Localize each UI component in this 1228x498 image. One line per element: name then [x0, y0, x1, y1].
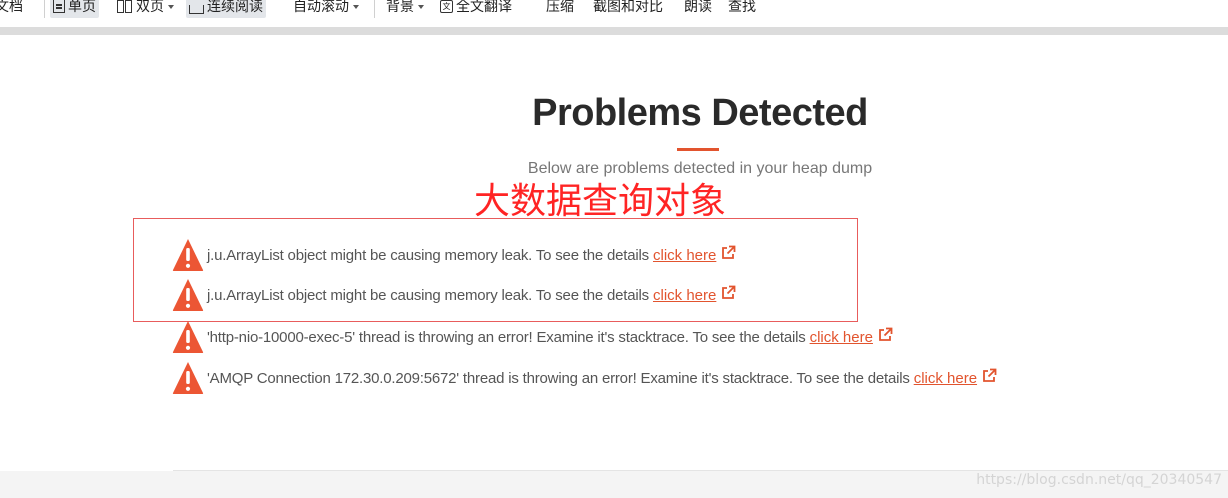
problem-text: j.u.ArrayList object might be causing me…	[207, 286, 649, 304]
toolbar-doc-label: 文档	[0, 0, 23, 14]
compress-label: 压缩	[546, 0, 574, 14]
translate-icon: 文	[440, 0, 453, 13]
warning-icon	[172, 239, 204, 271]
chevron-down-icon	[418, 5, 424, 9]
external-link-icon[interactable]	[721, 245, 736, 260]
page-title: Problems Detected	[532, 92, 868, 134]
watermark: https://blog.csdn.net/qq_20340547	[976, 472, 1222, 488]
warning-icon	[172, 321, 204, 353]
continuous-read-label: 连续阅读	[207, 0, 263, 14]
problem-text: j.u.ArrayList object might be causing me…	[207, 246, 649, 264]
problem-item: j.u.ArrayList object might be causing me…	[172, 276, 736, 314]
problem-item: 'AMQP Connection 172.30.0.209:5672' thre…	[172, 359, 997, 397]
double-page-label: 双页	[136, 0, 164, 14]
find-label: 查找	[728, 0, 756, 14]
problem-item: j.u.ArrayList object might be causing me…	[172, 236, 736, 274]
toolbar-doc-button[interactable]: 文档	[0, 0, 26, 18]
continuous-read-icon	[189, 4, 204, 14]
single-page-icon	[53, 0, 65, 13]
toolbar-divider	[374, 0, 375, 18]
screenshot-compare-label: 截图和对比	[593, 0, 663, 14]
read-aloud-label: 朗读	[684, 0, 712, 14]
find-button[interactable]: 查找	[725, 0, 759, 18]
background-button[interactable]: 背景	[383, 0, 427, 18]
chevron-down-icon	[353, 5, 359, 9]
problem-text: 'http-nio-10000-exec-5' thread is throwi…	[207, 328, 806, 346]
single-page-label: 单页	[68, 0, 96, 14]
toolbar-bottom-border	[0, 27, 1228, 35]
auto-scroll-button[interactable]: 自动滚动	[290, 0, 362, 18]
continuous-read-button[interactable]: 连续阅读	[186, 0, 266, 18]
background-label: 背景	[386, 0, 414, 14]
auto-scroll-label: 自动滚动	[293, 0, 349, 14]
full-translate-label: 全文翻译	[456, 0, 512, 14]
warning-icon	[172, 279, 204, 311]
screenshot-compare-button[interactable]: 截图和对比	[590, 0, 666, 18]
details-link[interactable]: click here	[653, 287, 716, 304]
problem-item: 'http-nio-10000-exec-5' thread is throwi…	[172, 318, 893, 356]
double-page-icon	[117, 0, 133, 13]
compress-button[interactable]: 压缩	[543, 0, 577, 18]
title-underline	[677, 148, 719, 151]
chevron-down-icon	[168, 5, 174, 9]
external-link-icon[interactable]	[878, 327, 893, 342]
toolbar-divider	[44, 0, 45, 18]
reader-toolbar: 文档 单页 双页 连续阅读 自动滚动 背景 文 全文翻译 压缩 截图和对比 朗读…	[0, 0, 1228, 27]
details-link[interactable]: click here	[914, 370, 977, 387]
full-translate-button[interactable]: 文 全文翻译	[437, 0, 515, 18]
external-link-icon[interactable]	[721, 285, 736, 300]
details-link[interactable]: click here	[653, 247, 716, 264]
single-page-button[interactable]: 单页	[50, 0, 99, 18]
external-link-icon[interactable]	[982, 368, 997, 383]
warning-icon	[172, 362, 204, 394]
double-page-button[interactable]: 双页	[114, 0, 177, 18]
problem-text: 'AMQP Connection 172.30.0.209:5672' thre…	[207, 369, 910, 387]
read-aloud-button[interactable]: 朗读	[681, 0, 715, 18]
details-link[interactable]: click here	[810, 329, 873, 346]
page-subtitle: Below are problems detected in your heap…	[527, 160, 873, 177]
